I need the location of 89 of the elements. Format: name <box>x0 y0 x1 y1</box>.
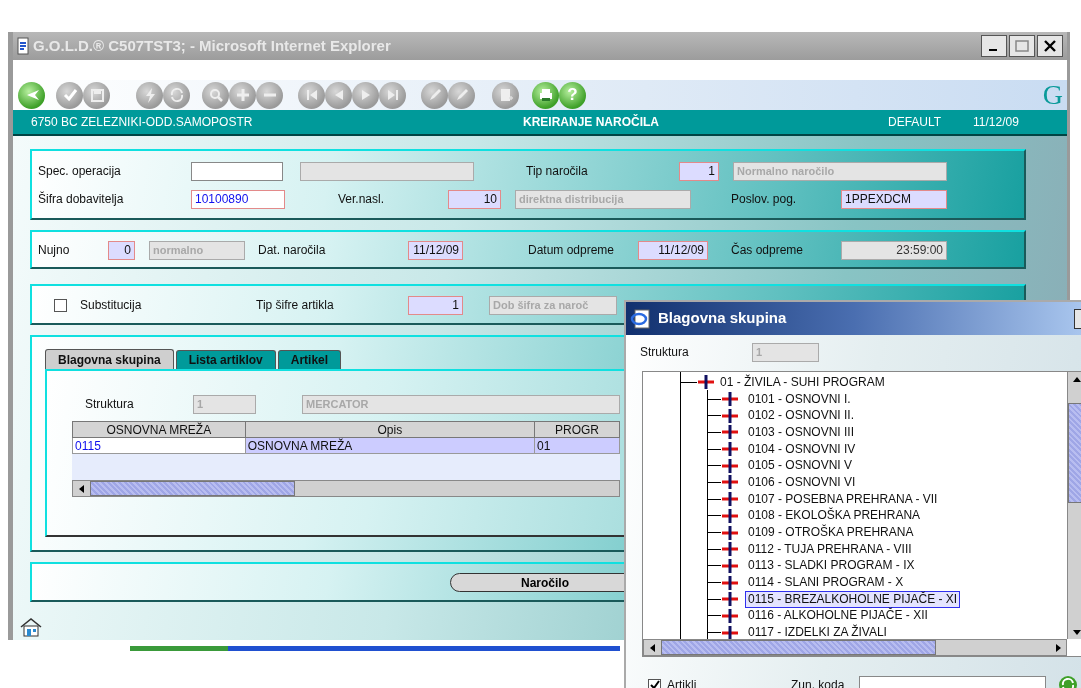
tree-item[interactable]: 0109 - OTROŠKA PREHRANA <box>745 524 917 542</box>
tree-item[interactable]: 0108 - EKOLOŠKA PREHRANA <box>745 507 924 525</box>
internet-page-icon <box>630 307 652 330</box>
field-label: Tip naročila <box>526 163 589 180</box>
back-icon[interactable] <box>18 81 45 109</box>
field-label: Dat. naročila <box>258 242 327 259</box>
scroll-down-icon[interactable] <box>1071 627 1081 636</box>
column-header: Opis <box>245 421 535 438</box>
field-label: Substitucija <box>80 297 143 314</box>
tree-item[interactable]: 0114 - SLANI PROGRAM - X <box>745 574 907 592</box>
scroll-up-icon[interactable] <box>1071 375 1081 384</box>
input-field[interactable]: 1PPEXDCM <box>841 189 947 209</box>
tree-node-icon <box>721 407 739 424</box>
tree-node-icon <box>721 491 739 508</box>
tree-item[interactable]: 0115 - BREZALKOHOLNE PIJAČE - XI <box>745 590 961 608</box>
tree-node-icon <box>721 541 739 558</box>
minimize-button[interactable] <box>981 35 1007 57</box>
tree-node-icon <box>721 607 739 624</box>
checkbox[interactable] <box>54 298 67 312</box>
close-icon[interactable] <box>1043 40 1057 52</box>
field-label: Ver.nasl. <box>338 191 386 208</box>
input-field[interactable]: 1 <box>408 295 463 315</box>
horizontal-scrollbar[interactable] <box>72 480 620 497</box>
tree-node-icon <box>721 574 739 591</box>
app-logo: G <box>1042 81 1063 109</box>
input-field[interactable]: 0 <box>108 240 135 260</box>
tree-item[interactable]: 01 - ŽIVILA - SUHI PROGRAM <box>717 373 888 391</box>
field-label: Čas odpreme <box>731 241 805 259</box>
store-name: 6750 BC ZELEZNIKI-ODD.SAMOPOSTR <box>31 114 254 131</box>
tree-item[interactable]: 0105 - OSNOVNI V <box>745 457 856 475</box>
input-field[interactable]: 10 <box>448 189 501 209</box>
tree-node-icon <box>721 391 739 408</box>
tree-item[interactable]: 0106 - OSNOVNI VI <box>745 473 859 491</box>
tree-item[interactable]: 0112 - TUJA PREHRANA - VIII <box>745 540 915 558</box>
input-field[interactable] <box>300 161 474 181</box>
input-field[interactable]: 11/12/09 <box>638 240 708 260</box>
screen-title: KREIRANJE NAROČILA <box>523 113 660 131</box>
tree-item[interactable]: 0102 - OSNOVNI II. <box>745 407 858 425</box>
dialog-title: Blagovna skupina <box>658 308 788 329</box>
scroll-left-icon[interactable] <box>648 642 657 653</box>
tree-item[interactable]: 0103 - OSNOVNI III <box>745 423 858 441</box>
window-title: G.O.L.D.® C507TST3; - Microsoft Internet Explorer <box>33 35 392 56</box>
close-button[interactable] <box>1074 308 1081 329</box>
field-label: Spec. operacija <box>38 163 122 180</box>
home-icon[interactable] <box>18 616 44 638</box>
tree-node-icon <box>721 474 739 491</box>
tree-node-icon <box>721 441 739 458</box>
tree-node-icon <box>721 424 739 441</box>
tree-node-icon <box>721 591 739 608</box>
scroll-right-icon[interactable] <box>1053 642 1062 653</box>
horizontal-scrollbar[interactable] <box>643 639 1067 656</box>
tree-node-icon <box>721 557 739 574</box>
field-label: Šifra dobavitelja <box>38 190 125 208</box>
tree-item[interactable]: 0116 - ALKOHOLNE PIJAČE - XII <box>745 607 931 625</box>
column-header: PROGR <box>534 421 620 438</box>
tree-node-icon <box>721 457 739 474</box>
printer-icon[interactable] <box>532 81 559 109</box>
tree-item[interactable]: 0117 - IZDELKI ZA ŽIVALI <box>745 624 890 639</box>
tab[interactable]: Blagovna skupina <box>45 349 174 369</box>
field-label: Struktura <box>85 396 135 413</box>
vertical-scrollbar[interactable] <box>1067 372 1081 639</box>
page-icon <box>17 37 29 55</box>
tree-node-icon <box>721 624 739 639</box>
tree-node-icon <box>721 507 739 524</box>
field-label: Struktura <box>640 344 690 361</box>
field-label: Nujno <box>38 242 71 259</box>
column-header: OSNOVNA MREŽA <box>72 421 246 438</box>
input-field[interactable]: 11/12/09 <box>408 240 463 260</box>
header-date: 11/12/09 <box>973 114 1019 131</box>
checkbox[interactable] <box>648 678 661 688</box>
tree-node-icon <box>697 374 715 391</box>
tree-item[interactable]: 0113 - SLADKI PROGRAM - IX <box>745 557 918 575</box>
tab[interactable]: Lista artiklov <box>175 350 276 369</box>
field-label: Tip šifre artikla <box>256 297 335 314</box>
input-field[interactable]: 1 <box>679 161 719 181</box>
close-button[interactable] <box>1037 35 1063 57</box>
tab[interactable]: Artikel <box>277 350 342 369</box>
field-label: Poslov. pog. <box>731 191 798 208</box>
maximize-button[interactable] <box>1009 35 1035 57</box>
scroll-left-icon[interactable] <box>77 483 86 494</box>
field-label: Datum odpreme <box>528 242 616 259</box>
tree-node-icon <box>721 524 739 541</box>
profile-name: DEFAULT <box>888 114 943 131</box>
tree-item[interactable]: 0107 - POSEBNA PREHRANA - VII <box>745 490 941 508</box>
input-field[interactable]: 10100890 <box>191 189 285 209</box>
input-field[interactable] <box>191 161 283 181</box>
tree-item[interactable]: 0104 - OSNOVNI IV <box>745 440 859 458</box>
input-field[interactable]: 23:59:00 <box>841 240 947 260</box>
tree-item[interactable]: 0101 - OSNOVNI I. <box>745 390 854 408</box>
